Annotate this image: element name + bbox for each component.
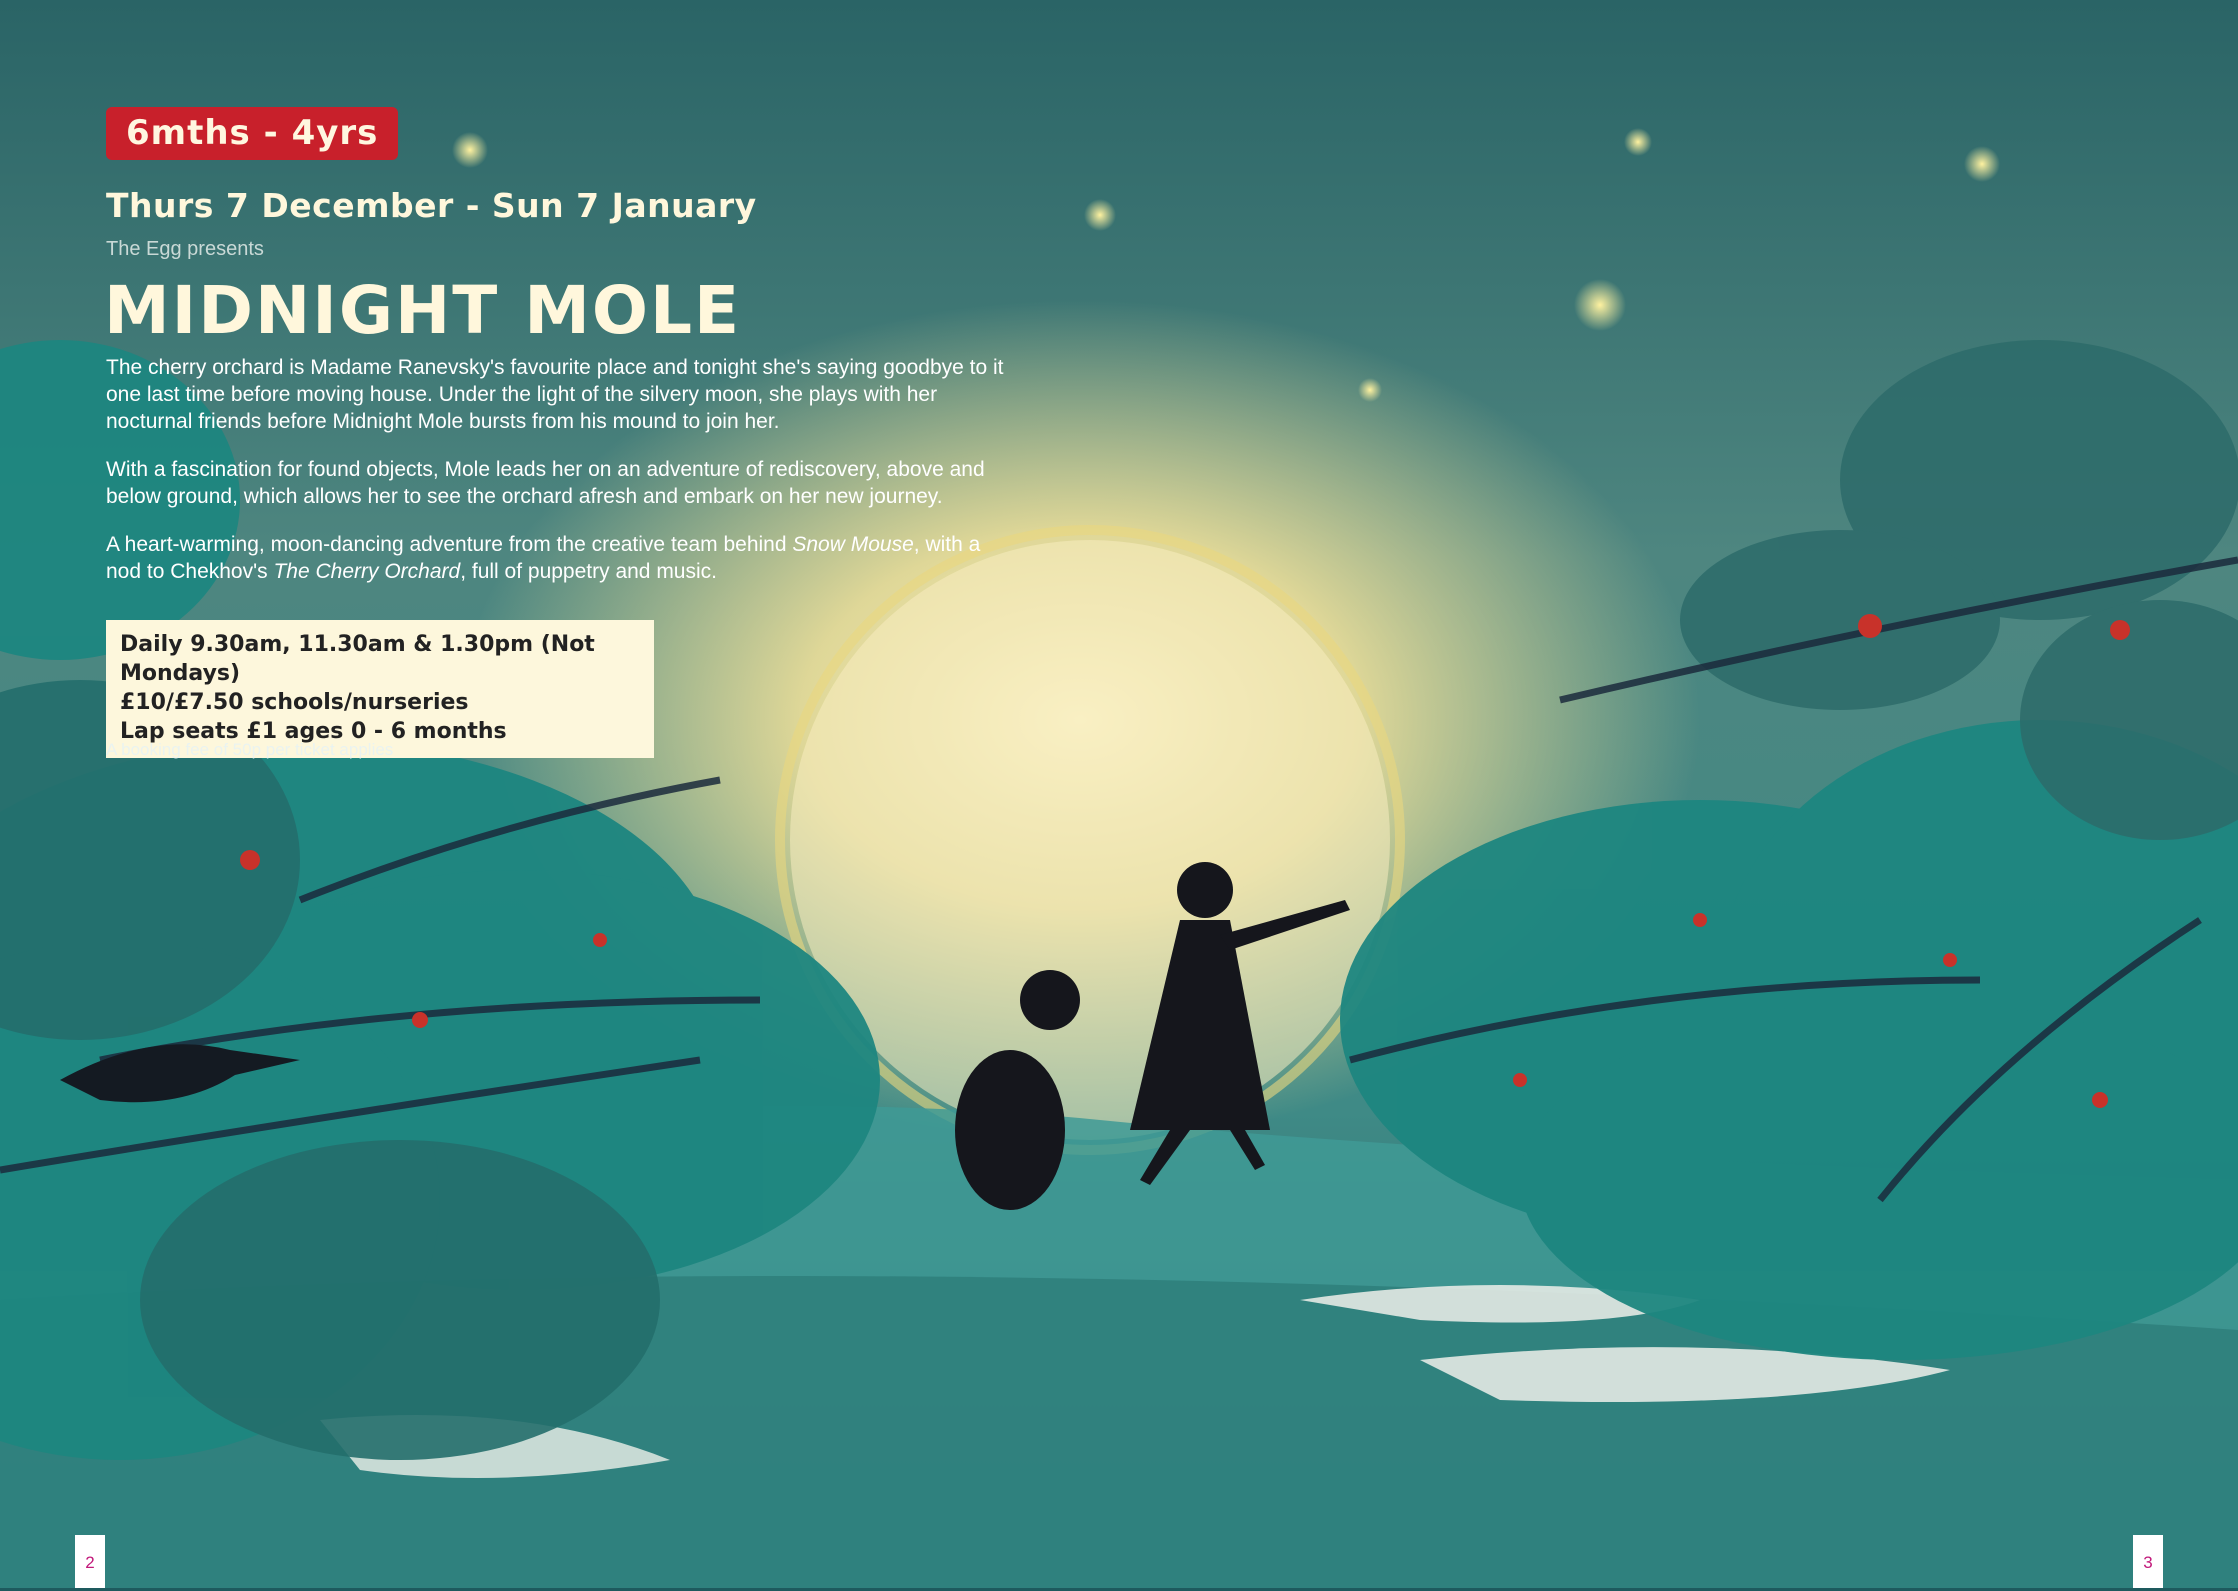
- description-paragraph-2: With a fascination for found objects, Mo…: [106, 458, 985, 508]
- performance-info-box: Daily 9.30am, 11.30am & 1.30pm (Not Mond…: [106, 620, 654, 758]
- description-paragraph-1: The cherry orchard is Madame Ranevsky's …: [106, 356, 1004, 433]
- booking-fee-note: A booking fee of 50p per ticket applies: [106, 740, 394, 759]
- snow-mouse-title: Snow Mouse: [792, 533, 914, 556]
- page-number-right: 3: [2133, 1535, 2163, 1588]
- age-range-badge: 6mths - 4yrs: [106, 107, 399, 160]
- ticket-prices: £10/£7.50 schools/nurseries: [120, 690, 469, 715]
- description-text: A heart-warming, moon-dancing adventure …: [106, 533, 793, 556]
- description-text: , full of puppetry and music.: [460, 560, 717, 583]
- presenter-line: The Egg presents: [106, 238, 264, 260]
- orchard-scene: [0, 0, 2238, 1588]
- background-illustration: [0, 0, 2238, 1588]
- show-description: The cherry orchard is Madame Ranevsky's …: [106, 354, 1006, 606]
- show-title: MIDNIGHT MOLE: [104, 272, 742, 349]
- cherry-orchard-title: The Cherry Orchard: [273, 560, 461, 583]
- event-dates: Thurs 7 December - Sun 7 January: [106, 186, 757, 225]
- page-number-left: 2: [75, 1535, 105, 1588]
- performance-times: Daily 9.30am, 11.30am & 1.30pm (Not Mond…: [120, 632, 595, 686]
- description-paragraph-3: A heart-warming, moon-dancing adventure …: [106, 531, 1006, 585]
